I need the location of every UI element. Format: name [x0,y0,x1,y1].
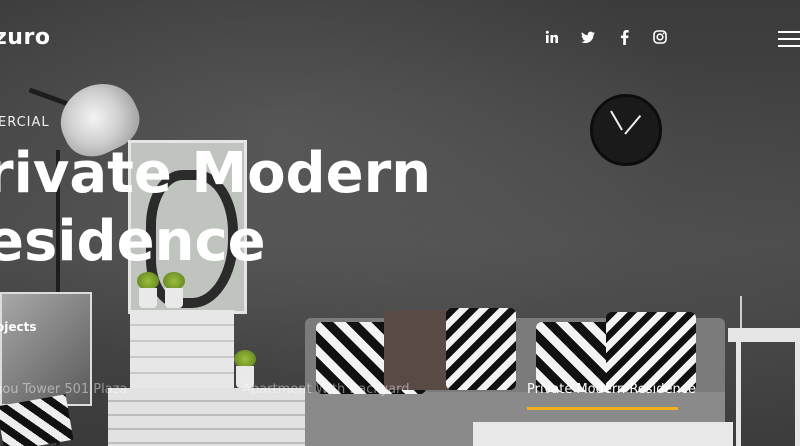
project-category: ERCIAL [0,115,50,130]
side-table [728,328,800,342]
project-carousel: hou Tower 501 Plaza. Apartment With Back… [0,382,800,422]
facebook-icon[interactable] [617,29,631,45]
pillow [446,308,516,390]
twitter-icon[interactable] [581,30,595,44]
site-logo[interactable]: zuro [0,25,50,50]
hamburger-menu-icon[interactable] [778,31,800,47]
projects-label: ojects [0,320,37,334]
title-line-2: esidence [0,209,266,274]
project-thumb[interactable]: Apartment With Backyard [242,382,409,397]
project-thumb[interactable]: hou Tower 501 Plaza. [0,382,132,397]
pillow [606,312,696,392]
page-title: rivate Modern esidence [0,140,431,276]
instagram-icon[interactable] [653,30,667,44]
project-thumb-active[interactable]: Private Modern Residence [527,382,696,397]
social-links [545,29,667,45]
plant-pot [165,288,183,308]
linkedin-icon[interactable] [545,30,559,44]
plant-pot [139,288,157,308]
wire-basket [740,296,800,330]
title-line-1: rivate Modern [0,141,432,206]
active-project-indicator [527,407,678,410]
coffee-table [473,422,733,446]
wooden-crate [130,310,234,390]
